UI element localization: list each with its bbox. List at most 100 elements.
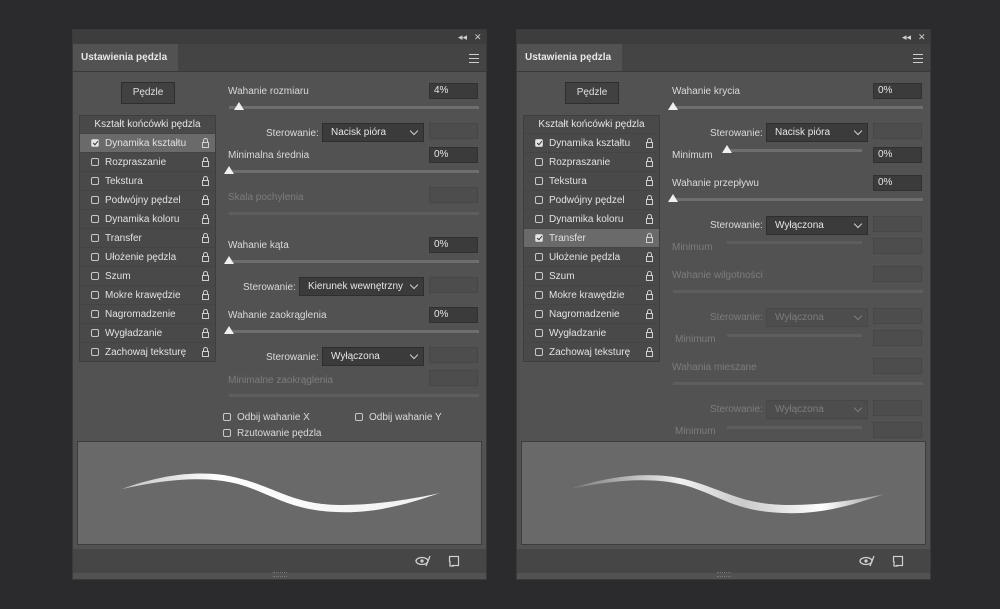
opacity-jitter-field[interactable]: 0% (873, 83, 922, 99)
brush-option-item[interactable]: Nagromadzenie (80, 304, 215, 323)
brush-option-item[interactable]: Wygładzanie (80, 323, 215, 342)
resize-grip[interactable] (717, 572, 731, 577)
lock-icon[interactable] (646, 214, 653, 224)
checkbox-icon[interactable] (91, 310, 99, 318)
checkbox-icon[interactable] (91, 234, 99, 242)
collapse-icon[interactable]: ◂◂ (902, 31, 911, 43)
panel-menu-icon[interactable] (913, 54, 923, 63)
slider-thumb[interactable] (224, 166, 234, 174)
brush-tip-shape-item[interactable]: Kształt końcówki pędzla (80, 116, 215, 133)
tab-brush-settings[interactable]: Ustawienia pędzla (73, 44, 178, 71)
lock-icon[interactable] (646, 157, 653, 167)
tab-brush-settings[interactable]: Ustawienia pędzla (517, 44, 622, 71)
checkbox-icon[interactable] (91, 215, 99, 223)
lock-icon[interactable] (646, 138, 653, 148)
brush-option-item[interactable]: Wygładzanie (524, 323, 659, 342)
close-icon[interactable]: ✕ (918, 31, 926, 43)
brush-option-item[interactable]: Podwójny pędzel (524, 190, 659, 209)
eye-toggle-icon[interactable] (415, 555, 431, 567)
control-select-2[interactable]: Kierunek wewnętrzny (299, 277, 424, 296)
checkbox-icon[interactable] (535, 196, 543, 204)
control-select-1[interactable]: Nacisk pióra (322, 123, 424, 142)
brush-option-item[interactable]: Transfer (80, 228, 215, 247)
lock-icon[interactable] (646, 252, 653, 262)
checkbox-icon[interactable] (535, 310, 543, 318)
brush-option-item[interactable]: Transfer (524, 228, 659, 247)
checkbox-icon[interactable] (91, 139, 99, 147)
checkbox-icon[interactable] (535, 291, 543, 299)
flow-jitter-field[interactable]: 0% (873, 175, 922, 191)
slider-thumb[interactable] (224, 256, 234, 264)
angle-jitter-field[interactable]: 0% (429, 237, 478, 253)
lock-icon[interactable] (202, 309, 209, 319)
size-jitter-slider[interactable] (229, 102, 479, 110)
lock-icon[interactable] (646, 290, 653, 300)
angle-jitter-slider[interactable] (224, 256, 479, 264)
new-preset-icon[interactable] (448, 555, 460, 567)
brush-option-item[interactable]: Rozpraszanie (80, 152, 215, 171)
brush-option-item[interactable]: Mokre krawędzie (80, 285, 215, 304)
brush-option-item[interactable]: Tekstura (524, 171, 659, 190)
slider-thumb[interactable] (234, 102, 244, 110)
lock-icon[interactable] (202, 138, 209, 148)
brush-option-item[interactable]: Zachowaj teksturę (80, 342, 215, 361)
checkbox-icon[interactable] (535, 177, 543, 185)
checkbox-icon[interactable] (91, 329, 99, 337)
min-diameter-field[interactable]: 0% (429, 147, 478, 163)
checkbox-icon[interactable] (535, 215, 543, 223)
lock-icon[interactable] (202, 233, 209, 243)
checkbox-icon[interactable] (91, 253, 99, 261)
checkbox-box[interactable] (223, 413, 231, 421)
brush-option-item[interactable]: Rozpraszanie (524, 152, 659, 171)
checkbox-icon[interactable] (535, 329, 543, 337)
lock-icon[interactable] (646, 176, 653, 186)
checkbox-box[interactable] (223, 429, 231, 437)
lock-icon[interactable] (646, 195, 653, 205)
min-diameter-slider[interactable] (224, 166, 479, 174)
lock-icon[interactable] (202, 195, 209, 205)
panel-menu-icon[interactable] (469, 54, 479, 63)
brush-tip-shape-item[interactable]: Kształt końcówki pędzla (524, 116, 659, 133)
brush-option-item[interactable]: Ułożenie pędzla (80, 247, 215, 266)
checkbox-icon[interactable] (535, 272, 543, 280)
lock-icon[interactable] (202, 157, 209, 167)
checkbox-icon[interactable] (91, 196, 99, 204)
flow-jitter-slider[interactable] (668, 194, 923, 202)
eye-toggle-icon[interactable] (859, 555, 875, 567)
minimum-slider[interactable] (722, 145, 862, 153)
checkbox-icon[interactable] (535, 158, 543, 166)
slider-thumb[interactable] (722, 145, 732, 153)
close-icon[interactable]: ✕ (474, 31, 482, 43)
lock-icon[interactable] (202, 328, 209, 338)
checkbox-icon[interactable] (535, 348, 543, 356)
slider-thumb[interactable] (668, 194, 678, 202)
brush-option-item[interactable]: Dynamika kształtu (524, 133, 659, 152)
roundness-jitter-field[interactable]: 0% (429, 307, 478, 323)
brush-option-item[interactable]: Zachowaj teksturę (524, 342, 659, 361)
brush-option-item[interactable]: Dynamika kształtu (80, 133, 215, 152)
control-select-2[interactable]: Wyłączona (766, 216, 868, 235)
opacity-jitter-slider[interactable] (668, 102, 923, 110)
lock-icon[interactable] (202, 214, 209, 224)
checkbox-icon[interactable] (535, 253, 543, 261)
checkbox-icon[interactable] (535, 139, 543, 147)
roundness-jitter-slider[interactable] (224, 326, 479, 334)
checkbox-icon[interactable] (91, 158, 99, 166)
lock-icon[interactable] (202, 252, 209, 262)
lock-icon[interactable] (646, 233, 653, 243)
brush-option-item[interactable]: Szum (80, 266, 215, 285)
brush-option-item[interactable]: Szum (524, 266, 659, 285)
lock-icon[interactable] (646, 309, 653, 319)
checkbox-icon[interactable] (91, 291, 99, 299)
checkbox-icon[interactable] (91, 177, 99, 185)
control-select-3[interactable]: Wyłączona (322, 347, 424, 366)
checkbox-icon[interactable] (91, 272, 99, 280)
lock-icon[interactable] (646, 271, 653, 281)
checkbox-box[interactable] (355, 413, 363, 421)
brushes-button[interactable]: Pędzle (121, 82, 175, 104)
lock-icon[interactable] (646, 328, 653, 338)
checkbox-icon[interactable] (91, 348, 99, 356)
size-jitter-field[interactable]: 4% (429, 83, 478, 99)
control-select-1[interactable]: Nacisk pióra (766, 123, 868, 142)
lock-icon[interactable] (646, 347, 653, 357)
